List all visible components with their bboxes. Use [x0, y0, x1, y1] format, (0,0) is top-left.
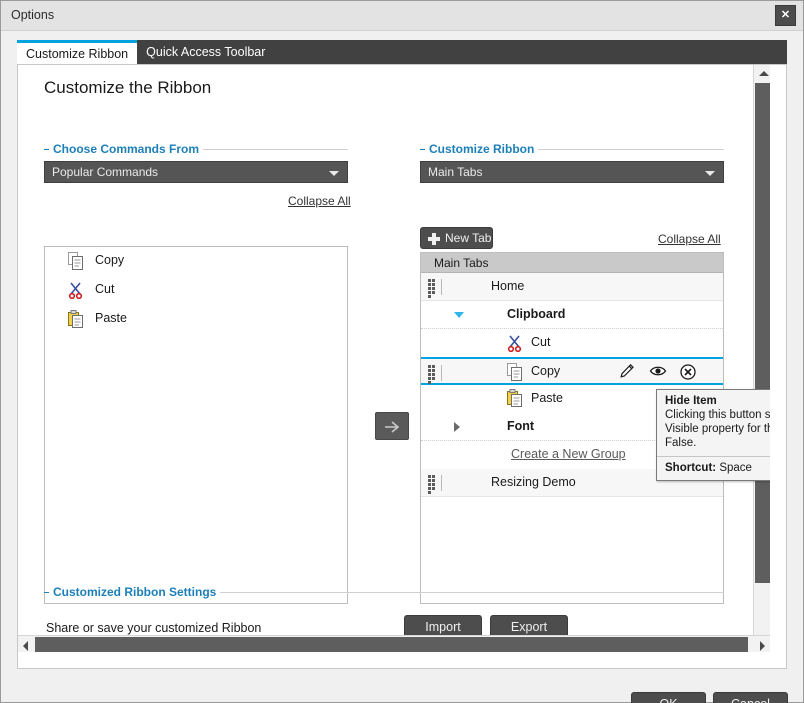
create-new-group-link[interactable]: Create a New Group — [511, 447, 626, 461]
choose-commands-value: Popular Commands — [52, 165, 158, 179]
copy-icon — [68, 252, 84, 273]
arrow-right-icon — [376, 413, 410, 441]
scroll-up-icon[interactable] — [759, 71, 769, 76]
list-item[interactable]: Paste — [45, 305, 347, 334]
chevron-down-icon — [705, 171, 715, 176]
expander-right-icon[interactable] — [454, 422, 460, 432]
left-group-caption: Choose Commands From — [49, 142, 203, 156]
paste-icon — [68, 310, 84, 331]
tree-row-label: Paste — [531, 391, 563, 405]
edit-pencil-icon[interactable] — [619, 363, 635, 382]
tooltip-body: Clicking this button sets the Visible pr… — [657, 408, 770, 456]
tree-header-label: Main Tabs — [434, 256, 488, 270]
close-icon[interactable]: ✕ — [775, 5, 796, 26]
ok-button[interactable]: OK — [631, 692, 706, 703]
scroll-content: Customize the Ribbon Choose Commands Fro… — [18, 65, 770, 652]
tree-row-label: Font — [507, 419, 534, 433]
tree-row-label: Cut — [531, 335, 550, 349]
content-card: Customize the Ribbon Choose Commands Fro… — [17, 64, 787, 669]
tree-row-label: Copy — [531, 364, 560, 378]
list-item-label: Copy — [95, 253, 124, 267]
left-collapse-all-link[interactable]: Collapse All — [288, 194, 351, 208]
copy-icon — [507, 363, 523, 384]
move-to-ribbon-button[interactable] — [375, 412, 409, 440]
tab-quick-access-toolbar[interactable]: Quick Access Toolbar — [137, 40, 274, 65]
tooltip-hide-item: Hide Item Clicking this button sets the … — [656, 389, 770, 481]
plus-icon — [427, 232, 441, 246]
tab-strip: Customize Ribbon Quick Access Toolbar — [17, 40, 787, 65]
list-item-label: Cut — [95, 282, 114, 296]
eye-icon[interactable] — [649, 363, 667, 382]
list-item-label: Paste — [95, 311, 127, 325]
tree-row-label: Clipboard — [507, 307, 565, 321]
new-tab-label: New Tab — [445, 231, 491, 245]
right-group-caption: Customize Ribbon — [425, 142, 538, 156]
drag-handle-icon[interactable] — [428, 475, 442, 491]
cut-icon — [68, 281, 84, 302]
drag-handle-icon[interactable] — [428, 279, 442, 295]
paste-icon — [507, 389, 523, 410]
tree-header: Main Tabs — [421, 253, 723, 273]
list-item[interactable]: Copy — [45, 247, 347, 276]
tree-row-home[interactable]: Home — [421, 273, 723, 301]
tooltip-title: Hide Item — [657, 390, 770, 408]
tooltip-shortcut-key: Space — [719, 462, 752, 474]
tooltip-shortcut-label: Shortcut: — [665, 462, 716, 474]
tooltip-shortcut: Shortcut: Space — [657, 457, 770, 480]
page-title: Customize the Ribbon — [44, 78, 211, 98]
dialog-body: Customize Ribbon Quick Access Toolbar Cu… — [1, 31, 803, 702]
scroll-left-icon[interactable] — [23, 641, 28, 651]
tree-row-cut[interactable]: Cut — [421, 329, 723, 357]
horizontal-scrollbar[interactable] — [18, 635, 770, 652]
list-item[interactable]: Cut — [45, 276, 347, 305]
expander-down-icon[interactable] — [454, 312, 464, 318]
commands-listbox[interactable]: Copy Cut — [44, 246, 348, 604]
customize-ribbon-value: Main Tabs — [428, 165, 482, 179]
tree-row-clipboard[interactable]: Clipboard — [421, 301, 723, 329]
window-title: Options — [11, 8, 54, 22]
tree-row-copy[interactable]: Copy — [421, 357, 723, 385]
cancel-button[interactable]: Cancel — [713, 692, 788, 703]
new-tab-button[interactable]: New Tab — [420, 227, 493, 249]
tab-customize-ribbon[interactable]: Customize Ribbon — [17, 40, 137, 65]
title-bar: Options ✕ — [1, 1, 803, 31]
options-dialog: Options ✕ Customize Ribbon Quick Access … — [0, 0, 804, 703]
chevron-down-icon — [329, 171, 339, 176]
vertical-scroll-thumb[interactable] — [755, 83, 770, 583]
right-collapse-all-link[interactable]: Collapse All — [658, 232, 721, 246]
drag-handle-icon[interactable] — [428, 365, 442, 381]
hide-circle-x-icon[interactable] — [679, 363, 697, 384]
cut-icon — [507, 334, 523, 355]
tree-row-label: Resizing Demo — [491, 475, 576, 489]
tree-row-label: Home — [491, 279, 524, 293]
settings-group-caption: Customized Ribbon Settings — [49, 585, 220, 599]
vertical-scrollbar[interactable] — [753, 65, 770, 652]
scroll-right-icon[interactable] — [760, 641, 765, 651]
customize-ribbon-combo[interactable]: Main Tabs — [420, 161, 724, 183]
horizontal-scroll-thumb[interactable] — [35, 637, 748, 652]
share-ribbon-label: Share or save your customized Ribbon — [46, 621, 261, 635]
choose-commands-combo[interactable]: Popular Commands — [44, 161, 348, 183]
